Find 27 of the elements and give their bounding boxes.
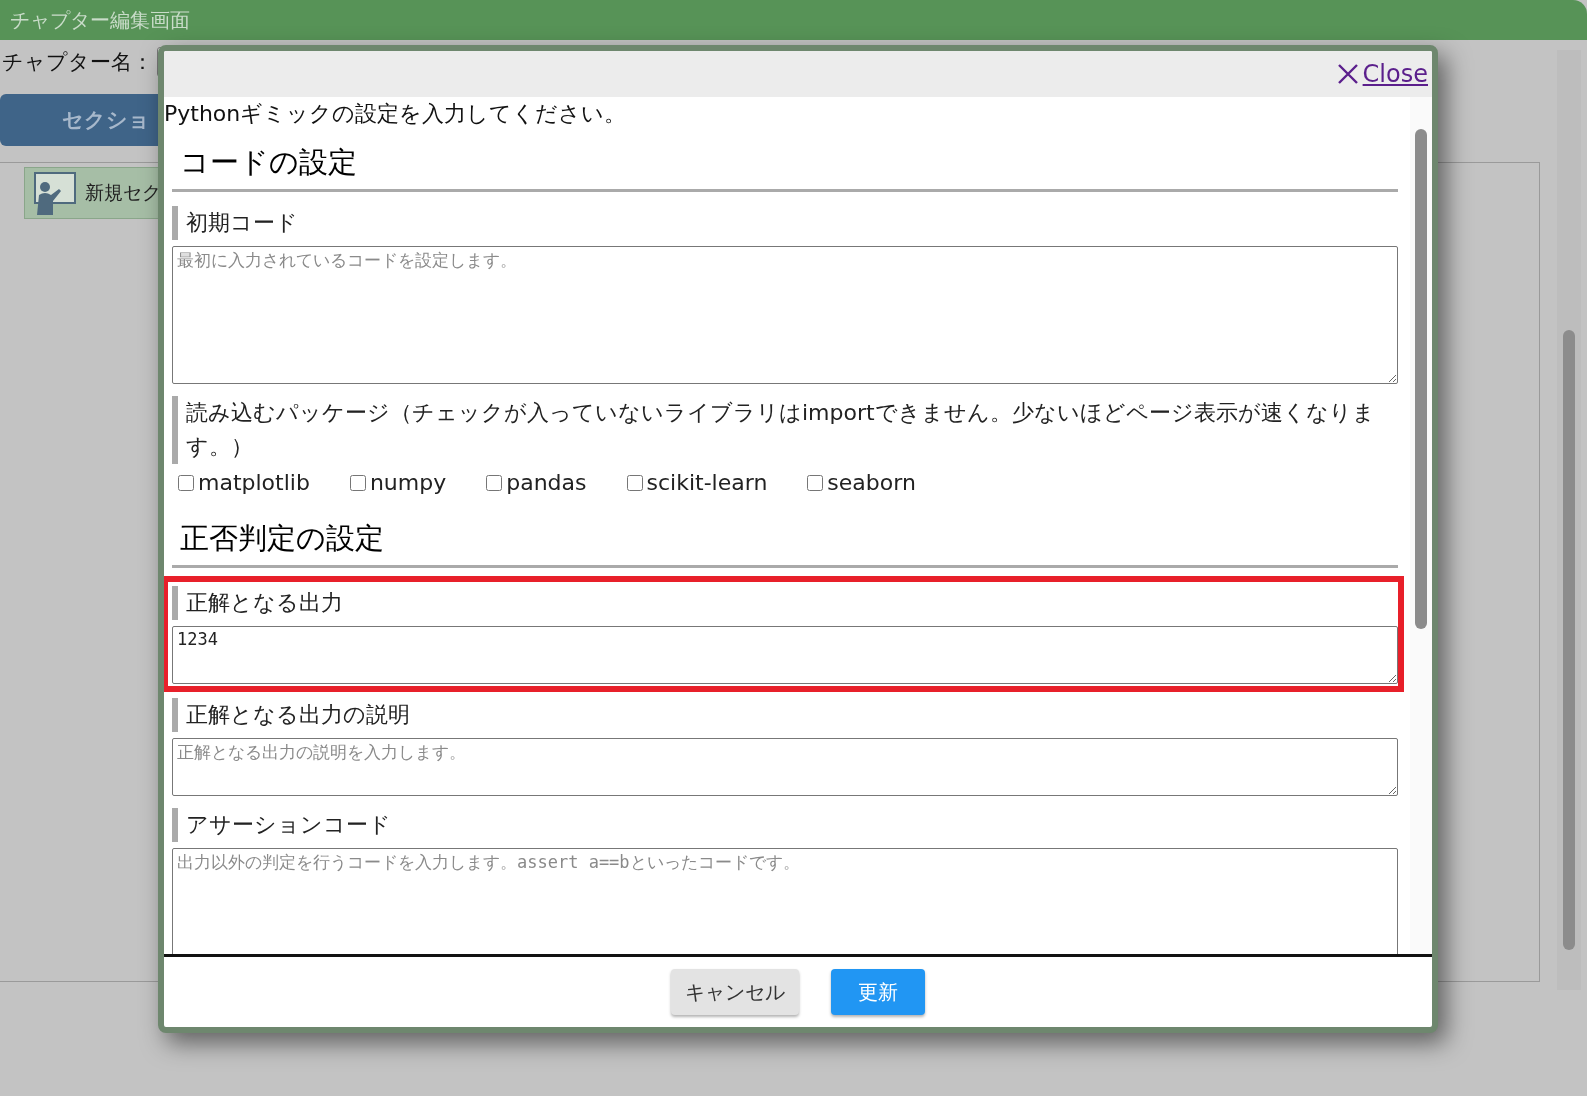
package-label[interactable]: scikit-learn: [646, 470, 768, 495]
package-checkbox[interactable]: [486, 474, 503, 491]
field-label: 正解となる出力: [172, 586, 1398, 620]
section-heading: 正否判定の設定: [172, 515, 1398, 568]
package-label[interactable]: pandas: [506, 470, 587, 495]
package-checkbox[interactable]: [178, 474, 194, 491]
close-link[interactable]: Close: [1336, 60, 1428, 88]
page-title: チャプター編集画面: [0, 0, 1587, 40]
package-label[interactable]: seaborn: [827, 470, 916, 495]
package-label[interactable]: matplotlib: [198, 470, 310, 495]
text-area[interactable]: 最初に入力されているコードを設定します。: [172, 246, 1398, 384]
page-scrollbar[interactable]: [1557, 50, 1581, 990]
text-area[interactable]: 正解となる出力の説明を入力します。: [172, 738, 1398, 796]
dialog-scrollbar[interactable]: [1410, 97, 1432, 954]
package-checkbox[interactable]: [349, 474, 366, 491]
package-checkbox[interactable]: [807, 474, 824, 491]
package-checkbox[interactable]: [626, 474, 643, 491]
cancel-button[interactable]: キャンセル: [671, 969, 799, 1015]
text-area[interactable]: 1234: [172, 626, 1398, 684]
field-label: 初期コード: [172, 206, 1398, 240]
section-heading: コードの設定: [172, 139, 1398, 192]
chapter-name-label: チャプター名：: [2, 49, 153, 76]
text-area[interactable]: 出力以外の判定を行うコードを入力します。assert a==bといったコードです。: [172, 848, 1398, 954]
field-label: アサーションコード: [172, 808, 1398, 842]
package-label[interactable]: numpy: [369, 470, 447, 495]
close-icon: [1336, 63, 1359, 85]
field-label: 正解となる出力の説明: [172, 698, 1398, 732]
